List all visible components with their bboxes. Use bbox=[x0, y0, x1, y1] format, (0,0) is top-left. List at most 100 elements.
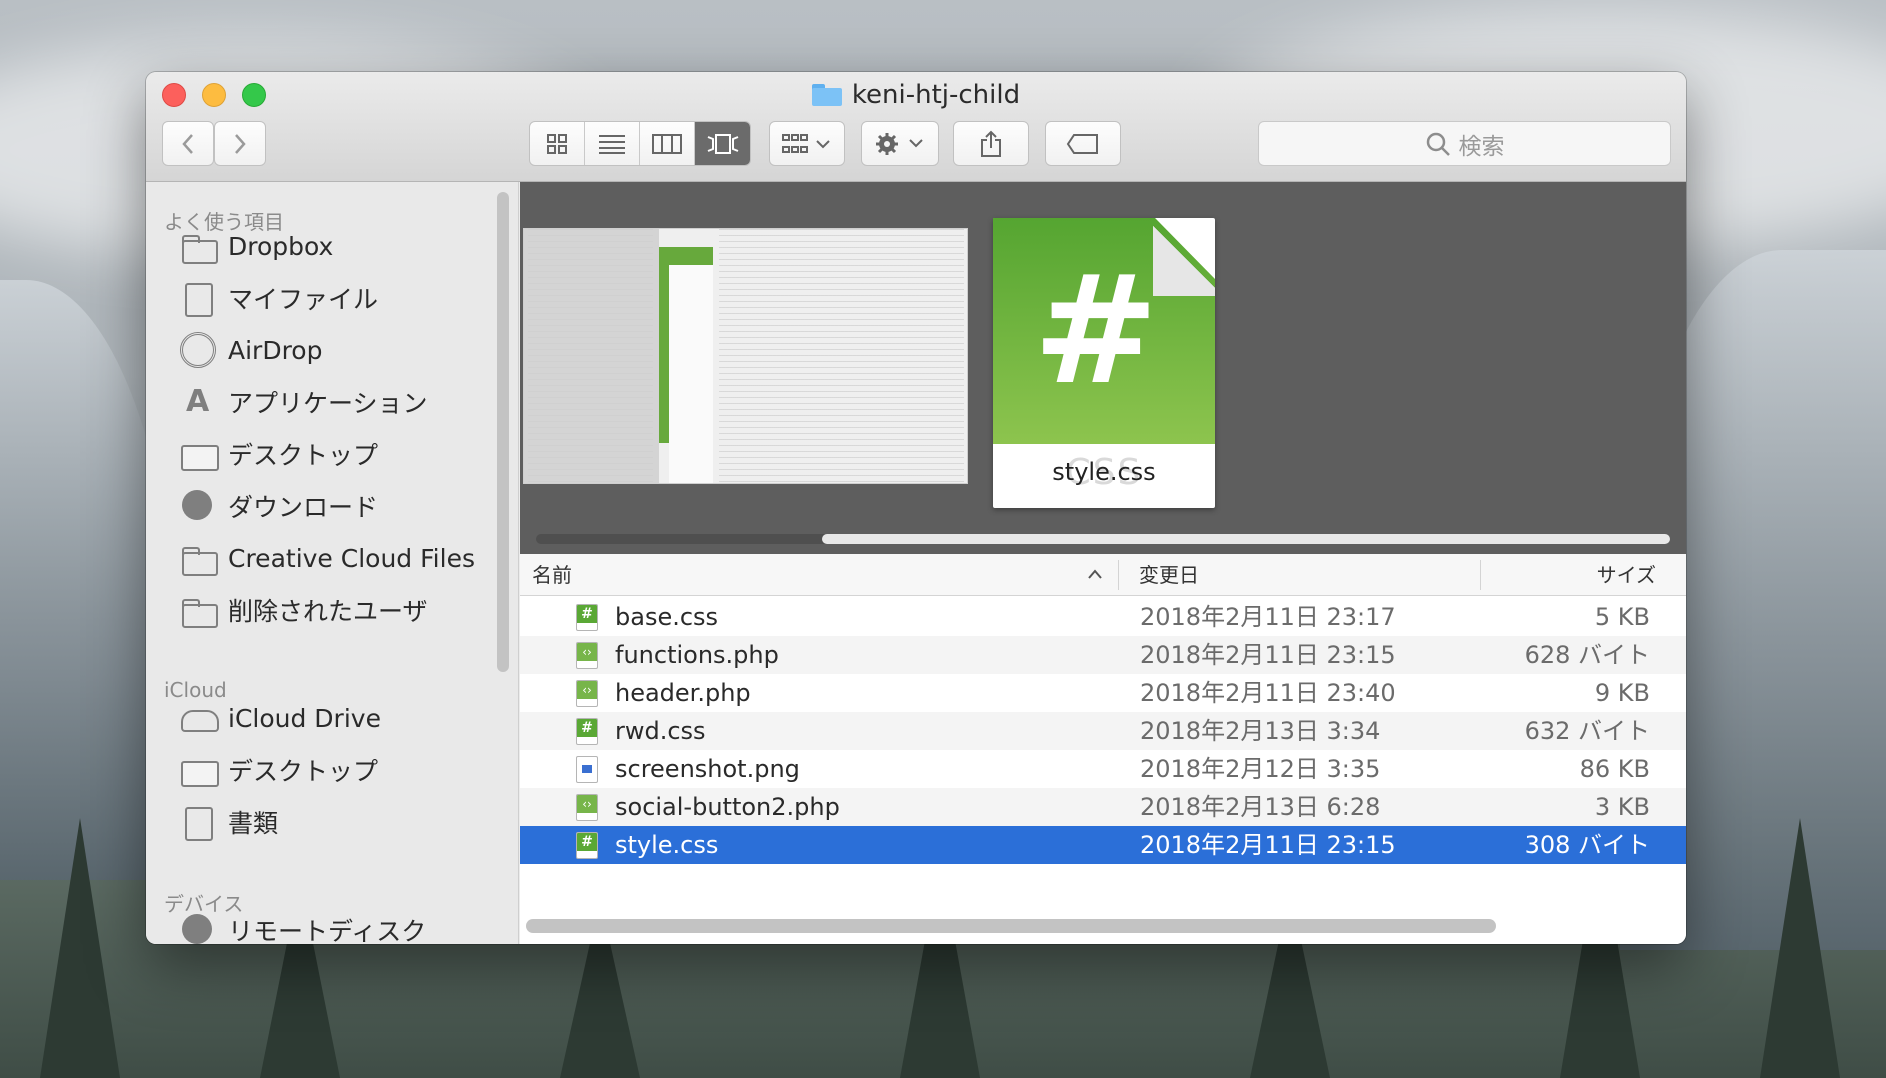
desktop-icon bbox=[180, 752, 219, 788]
coverflow-icon bbox=[707, 133, 738, 154]
sidebar-item-dropbox[interactable]: Dropbox bbox=[180, 226, 333, 266]
sidebar-item-label: リモートディスク bbox=[228, 917, 427, 944]
page-fold bbox=[1153, 218, 1215, 296]
tree bbox=[40, 818, 120, 1078]
list-item[interactable]: rwd.css 2018年2月13日 3:34 632 バイト bbox=[520, 712, 1686, 750]
sidebar-item-applications[interactable]: アプリケーション bbox=[180, 382, 428, 422]
list-horizontal-scrollbar[interactable] bbox=[526, 919, 1496, 933]
sidebar-scrollbar[interactable] bbox=[497, 192, 509, 672]
file-size: 3 KB bbox=[1594, 793, 1650, 821]
tags-button[interactable] bbox=[1045, 121, 1121, 166]
back-button[interactable] bbox=[162, 121, 214, 166]
column-view-button[interactable] bbox=[640, 122, 695, 165]
sidebar-item-deleted-users[interactable]: 削除されたユーザ bbox=[180, 590, 428, 630]
file-size: 86 KB bbox=[1579, 755, 1650, 783]
file-size: 5 KB bbox=[1594, 603, 1650, 631]
view-mode-control bbox=[529, 121, 751, 166]
forward-button[interactable] bbox=[214, 121, 266, 166]
documents-icon bbox=[180, 804, 216, 841]
image-file-icon bbox=[576, 756, 598, 783]
sort-ascending-icon bbox=[1088, 569, 1102, 579]
action-button[interactable] bbox=[861, 121, 939, 166]
list-view-button[interactable] bbox=[585, 122, 640, 165]
file-name: style.css bbox=[615, 831, 719, 859]
screenshot-preview[interactable] bbox=[523, 228, 968, 484]
column-header-size[interactable]: サイズ bbox=[1597, 554, 1656, 596]
sidebar-item-documents[interactable]: 書類 bbox=[180, 802, 278, 842]
sidebar-item-label: デスクトップ bbox=[228, 757, 379, 786]
file-date: 2018年2月12日 3:35 bbox=[1140, 755, 1381, 783]
search-field[interactable]: 検索 bbox=[1258, 121, 1671, 166]
column-header-date[interactable]: 変更日 bbox=[1139, 554, 1199, 596]
airdrop-icon bbox=[180, 332, 216, 368]
sidebar-item-label: 書類 bbox=[228, 809, 279, 838]
file-date: 2018年2月11日 23:17 bbox=[1140, 603, 1396, 631]
arrange-button[interactable] bbox=[769, 121, 845, 166]
coverflow-scrollbar[interactable] bbox=[536, 534, 1670, 544]
list-item[interactable]: screenshot.png 2018年2月12日 3:35 86 KB bbox=[520, 750, 1686, 788]
sidebar-item-label: 削除されたユーザ bbox=[228, 597, 428, 626]
columns-icon bbox=[652, 133, 682, 154]
coverflow-view-button[interactable] bbox=[695, 122, 750, 165]
window-title-text: keni-htj-child bbox=[851, 80, 1021, 110]
share-button[interactable] bbox=[953, 121, 1029, 166]
download-icon bbox=[180, 488, 216, 524]
list-item[interactable]: base.css 2018年2月11日 23:17 5 KB bbox=[520, 598, 1686, 636]
folder-icon bbox=[180, 592, 218, 628]
list-icon bbox=[599, 134, 625, 154]
coverflow-scroll-thumb[interactable] bbox=[822, 534, 1670, 544]
selected-file-icon[interactable]: # CSS style.css bbox=[993, 218, 1215, 508]
hash-icon: # bbox=[1033, 244, 1159, 418]
list-item[interactable]: functions.php 2018年2月11日 23:15 628 バイト bbox=[520, 636, 1686, 674]
sidebar-item-downloads[interactable]: ダウンロード bbox=[180, 486, 378, 526]
share-icon bbox=[981, 130, 1001, 157]
file-size: 628 バイト bbox=[1524, 641, 1650, 669]
sidebar-item-label: マイファイル bbox=[228, 285, 379, 314]
file-name: functions.php bbox=[615, 641, 779, 669]
sidebar-item-remote-disc[interactable]: リモートディスク bbox=[180, 910, 426, 944]
chevron-left-icon bbox=[182, 133, 193, 154]
folder-icon bbox=[180, 540, 218, 576]
css-file-icon bbox=[576, 718, 598, 745]
sidebar-item-airdrop[interactable]: AirDrop bbox=[180, 330, 322, 370]
file-list: 名前 変更日 サイズ base.css 2018年2月11日 23:17 5 K… bbox=[520, 554, 1686, 944]
folder-icon bbox=[811, 84, 842, 106]
sidebar-item-label: ダウンロード bbox=[228, 493, 379, 522]
file-name: social-button2.php bbox=[615, 793, 840, 821]
window-title: keni-htj-child bbox=[146, 78, 1686, 112]
file-date: 2018年2月13日 3:34 bbox=[1140, 717, 1381, 745]
list-item[interactable]: header.php 2018年2月11日 23:40 9 KB bbox=[520, 674, 1686, 712]
sidebar-item-label: デスクトップ bbox=[228, 441, 379, 470]
file-name: rwd.css bbox=[615, 717, 706, 745]
column-header-name[interactable]: 名前 bbox=[532, 554, 572, 596]
chevron-right-icon bbox=[235, 133, 246, 154]
sidebar-item-my-files[interactable]: マイファイル bbox=[180, 278, 378, 318]
sidebar-item-icloud-drive[interactable]: iCloud Drive bbox=[180, 698, 381, 738]
php-file-icon bbox=[576, 680, 598, 707]
file-date: 2018年2月11日 23:15 bbox=[1140, 831, 1396, 859]
php-file-icon bbox=[576, 794, 598, 821]
titlebar: keni-htj-child 検索 bbox=[146, 72, 1686, 182]
preview-accent bbox=[659, 247, 669, 443]
tree bbox=[1760, 818, 1840, 1078]
file-name: header.php bbox=[615, 679, 751, 707]
gear-icon bbox=[876, 132, 923, 155]
list-item-selected[interactable]: style.css 2018年2月11日 23:15 308 バイト bbox=[520, 826, 1686, 864]
preview-blank bbox=[669, 265, 713, 483]
icon-view-button[interactable] bbox=[530, 122, 585, 165]
sidebar-item-desktop[interactable]: デスクトップ bbox=[180, 434, 378, 474]
list-item[interactable]: social-button2.php 2018年2月13日 6:28 3 KB bbox=[520, 788, 1686, 826]
sidebar-item-label: Dropbox bbox=[228, 231, 334, 261]
preview-text-lines bbox=[719, 229, 964, 483]
file-date: 2018年2月11日 23:40 bbox=[1140, 679, 1396, 707]
file-size: 9 KB bbox=[1594, 679, 1650, 707]
sidebar-item-icloud-desktop[interactable]: デスクトップ bbox=[180, 750, 378, 790]
sidebar-item-label: iCloud Drive bbox=[228, 703, 381, 733]
search-icon bbox=[1426, 132, 1450, 156]
grid-icon bbox=[547, 133, 567, 154]
sidebar-item-label: AirDrop bbox=[228, 335, 323, 365]
php-file-icon bbox=[576, 642, 598, 669]
sidebar-item-creative-cloud[interactable]: Creative Cloud Files bbox=[180, 538, 475, 578]
finder-window: keni-htj-child 検索 よく使う項目 Dropbox マイファイル … bbox=[146, 72, 1686, 944]
arrange-icon bbox=[782, 133, 830, 153]
